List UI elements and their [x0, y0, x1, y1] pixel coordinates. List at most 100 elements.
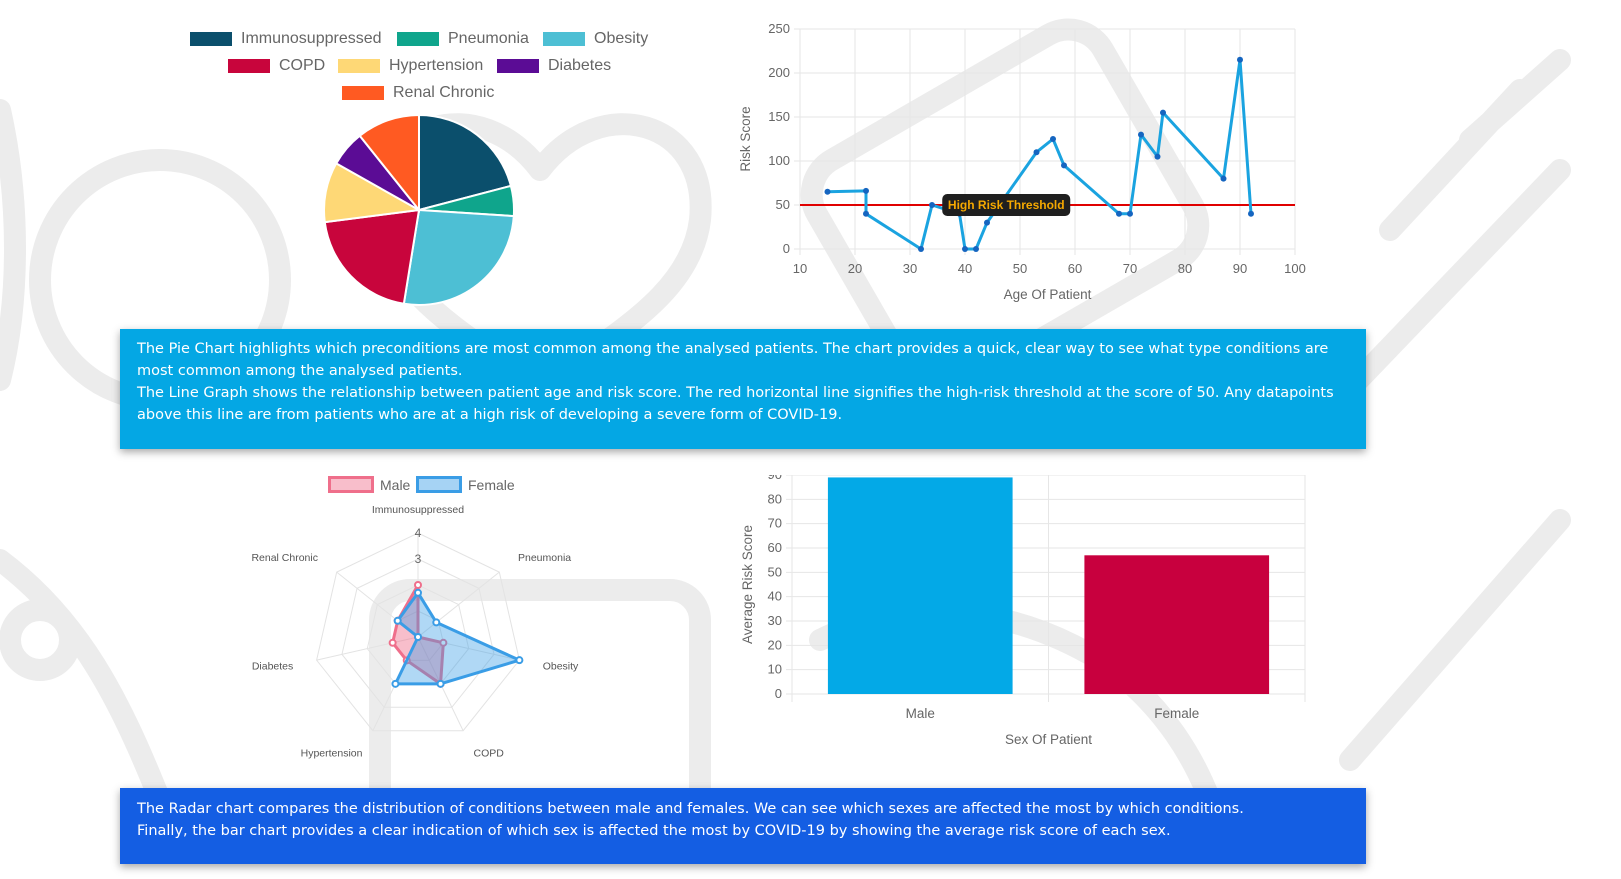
- legend-label: Female: [468, 476, 515, 493]
- bar-chart: 0 10 20 30 40 50 60 70 80 90 Male Female Sex Of Pati…: [740, 475, 1306, 747]
- data-point[interactable]: [863, 187, 869, 194]
- data-point[interactable]: [1220, 175, 1227, 182]
- y-tick-label: 60: [768, 540, 782, 555]
- radar-legend-item-female[interactable]: Female: [416, 476, 515, 493]
- radar-axis-label: Immunosuppressed: [372, 505, 464, 516]
- data-point[interactable]: [929, 202, 935, 208]
- legend-label: Renal Chronic: [393, 84, 495, 101]
- pie-legend-item-obesity[interactable]: Obesity: [543, 30, 648, 48]
- y-tick-label: 20: [768, 637, 782, 652]
- data-point[interactable]: [1116, 210, 1122, 217]
- data-point[interactable]: [1160, 109, 1166, 116]
- data-point[interactable]: [962, 246, 968, 252]
- data-point[interactable]: [984, 219, 990, 226]
- x-tick-label: 50: [1013, 261, 1027, 276]
- data-point[interactable]: [1127, 210, 1133, 217]
- line-chart: 10 20 30 40 50 60 70 80 90 100 0 50 100 150 200 250 Age …: [738, 21, 1306, 302]
- radar-axis-label: Renal Chronic: [251, 552, 318, 564]
- legend-label: Pneumonia: [448, 30, 529, 47]
- data-point[interactable]: [1154, 153, 1161, 160]
- y-tick-label: 40: [768, 589, 782, 604]
- pie-chart: [323, 113, 515, 306]
- x-tick-label: 70: [1123, 261, 1137, 276]
- radar-tick-label: 4: [415, 526, 422, 540]
- legend-swatch: [342, 86, 384, 100]
- legend-swatch: [328, 476, 374, 493]
- y-tick-label: 30: [768, 613, 782, 628]
- risk-score-line: [827, 58, 1253, 251]
- legend-swatch: [497, 59, 539, 73]
- legend-swatch: [228, 59, 270, 73]
- data-point[interactable]: [1061, 162, 1067, 169]
- legend-swatch: [338, 59, 380, 73]
- radar-point[interactable]: [414, 588, 422, 597]
- info-top-pie-text: The Pie Chart highlights which precondit…: [137, 341, 1329, 379]
- pie-legend-item-renal-chronic[interactable]: Renal Chronic: [342, 84, 494, 102]
- radar-legend-item-male[interactable]: Male: [328, 476, 410, 493]
- pie-legend-item-immunosuppressed[interactable]: Immunosuppressed: [190, 30, 382, 48]
- bar-female[interactable]: [1084, 555, 1270, 694]
- data-point[interactable]: [1237, 56, 1243, 63]
- legend-swatch: [190, 32, 232, 46]
- data-point[interactable]: [824, 188, 831, 195]
- x-tick-label: 20: [848, 261, 862, 276]
- y-tick-label: 0: [775, 686, 782, 701]
- radar-axis-label: Obesity: [543, 660, 579, 672]
- y-axis-title: Average Risk Score: [740, 525, 755, 644]
- x-tick-label: 80: [1178, 261, 1192, 276]
- radar-axis-label: Hypertension: [301, 747, 363, 759]
- x-tick-label: 10: [793, 261, 807, 276]
- radar-point[interactable]: [515, 656, 524, 665]
- data-point[interactable]: [918, 246, 924, 252]
- x-tick-label: 60: [1068, 261, 1082, 276]
- radar-axis-label: Diabetes: [252, 660, 293, 672]
- radar-chart: Immunosuppressed Pneumonia Obesity COPD Hype…: [251, 505, 579, 759]
- legend-label: COPD: [279, 57, 326, 74]
- data-point[interactable]: [863, 210, 869, 217]
- legend-label: Immunosuppressed: [241, 30, 382, 47]
- radar-point[interactable]: [414, 633, 422, 641]
- data-point[interactable]: [1138, 131, 1144, 138]
- radar-point[interactable]: [391, 679, 400, 688]
- legend-label: Male: [380, 476, 411, 493]
- y-tick-label: 50: [768, 564, 782, 579]
- y-tick-label: 200: [768, 65, 790, 80]
- legend-swatch: [543, 32, 585, 46]
- pie-legend-item-pneumonia[interactable]: Pneumonia: [397, 30, 529, 48]
- data-point[interactable]: [1050, 136, 1056, 142]
- y-tick-label: 70: [768, 516, 782, 531]
- radar-point[interactable]: [436, 679, 445, 688]
- radar-tick-label: 3: [415, 552, 422, 566]
- data-point[interactable]: [973, 246, 979, 252]
- x-tick-label: 90: [1233, 261, 1247, 276]
- y-tick-label: 0: [783, 241, 790, 256]
- legend-label: Obesity: [594, 30, 649, 47]
- radar-axis-label: COPD: [474, 747, 505, 759]
- info-top-line-text: The Line Graph shows the relationship be…: [137, 385, 1334, 423]
- legend-swatch: [416, 476, 462, 493]
- radar-point[interactable]: [414, 581, 422, 589]
- y-tick-label: 80: [768, 491, 782, 506]
- info-box-bottom: The Radar chart compares the distributio…: [120, 788, 1366, 864]
- x-tick-label: 40: [958, 261, 972, 276]
- x-tick-label: 100: [1284, 261, 1306, 276]
- data-point[interactable]: [1033, 149, 1040, 156]
- y-tick-label: 10: [768, 662, 782, 677]
- radar-point[interactable]: [388, 638, 397, 647]
- radar-point[interactable]: [432, 618, 441, 627]
- y-tick-label: 150: [768, 109, 790, 124]
- pie-slice-copd[interactable]: [323, 208, 421, 305]
- bar-male[interactable]: [827, 477, 1013, 694]
- pie-legend-item-hypertension[interactable]: Hypertension: [338, 57, 483, 75]
- pie-legend-item-copd[interactable]: COPD: [228, 57, 325, 75]
- info-bottom-radar-text: The Radar chart compares the distributio…: [137, 801, 1244, 817]
- radar-point[interactable]: [393, 616, 402, 625]
- x-axis-title: Age Of Patient: [1004, 287, 1092, 302]
- y-axis-title: Risk Score: [738, 106, 753, 171]
- data-point[interactable]: [1248, 210, 1254, 217]
- pie-slice-obesity[interactable]: [402, 208, 515, 306]
- info-bottom-bar-text: Finally, the bar chart provides a clear …: [137, 823, 1171, 839]
- y-tick-label: 90: [768, 475, 782, 482]
- x-tick-label: Female: [1154, 706, 1199, 721]
- pie-legend-item-diabetes[interactable]: Diabetes: [497, 57, 611, 75]
